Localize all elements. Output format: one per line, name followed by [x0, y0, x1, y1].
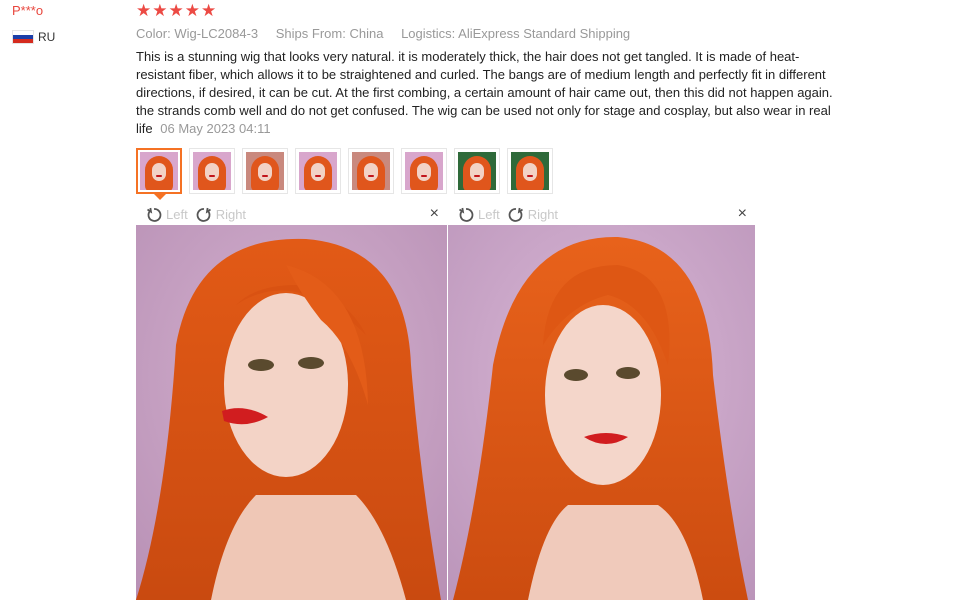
close-viewer-button[interactable]: ×	[738, 206, 747, 222]
rotate-right-button[interactable]: Right	[196, 207, 246, 223]
ships-from-value: China	[349, 26, 384, 41]
review-date: 06 May 2023 04:11	[160, 121, 271, 136]
rotate-left-button[interactable]: Left	[458, 207, 500, 223]
rotate-left-button[interactable]: Left	[146, 207, 188, 223]
reviewer-country: RU	[12, 30, 55, 44]
photo-thumbnail-3[interactable]	[242, 148, 288, 194]
color-value: Wig-LC2084-3	[174, 26, 259, 41]
star-icon: ★	[201, 1, 217, 20]
photo-thumbnail-5[interactable]	[348, 148, 394, 194]
thumbnail-image	[246, 152, 284, 190]
close-viewer-button[interactable]: ×	[430, 206, 439, 222]
rotate-right-label: Right	[527, 207, 559, 222]
review-photo-image	[448, 225, 755, 600]
ships-from-label: Ships From:	[275, 26, 346, 41]
photo-thumbnail-2[interactable]	[189, 148, 235, 194]
rotate-right-label: Right	[215, 207, 247, 222]
photo-thumbnail-4[interactable]	[295, 148, 341, 194]
star-rating: ★ ★ ★ ★ ★	[136, 2, 856, 20]
review-photo-image	[136, 225, 447, 600]
thumbnail-image	[193, 152, 231, 190]
country-code: RU	[38, 30, 56, 44]
rotate-right-icon	[508, 207, 523, 222]
star-icon: ★	[168, 1, 184, 20]
photo-viewer-2: Left Right ×	[448, 204, 755, 600]
star-icon: ★	[152, 1, 168, 20]
thumbnail-image	[405, 152, 443, 190]
russia-flag-icon	[12, 30, 34, 44]
review-meta: Color: Wig-LC2084-3 Ships From: China Lo…	[136, 25, 856, 43]
thumbnail-image	[140, 152, 178, 190]
thumbnail-image	[299, 152, 337, 190]
reviewer-info: P***o RU	[12, 3, 55, 44]
thumbnail-image	[511, 152, 549, 190]
rotate-left-icon	[459, 207, 474, 222]
viewer-toolbar: Left Right ×	[136, 204, 447, 225]
photo-thumbnail-1[interactable]	[136, 148, 182, 200]
close-icon: ×	[429, 205, 439, 222]
photo-viewer-1: Left Right ×	[136, 204, 447, 600]
photo-thumbnail-6[interactable]	[401, 148, 447, 194]
review-photo	[448, 225, 755, 600]
rotate-left-icon	[147, 207, 162, 222]
rotate-right-icon	[196, 207, 211, 222]
reviewer-name: P***o	[12, 3, 44, 18]
photo-thumbnail-8[interactable]	[507, 148, 553, 194]
color-label: Color:	[136, 26, 171, 41]
star-icon: ★	[184, 1, 200, 20]
logistics-label: Logistics:	[401, 26, 456, 41]
viewer-toolbar: Left Right ×	[448, 204, 755, 225]
review-text-container: This is a stunning wig that looks very n…	[136, 48, 848, 138]
photo-thumbnails	[136, 148, 553, 200]
review-block: ★ ★ ★ ★ ★ Color: Wig-LC2084-3 Ships From…	[136, 2, 856, 138]
rotate-right-button[interactable]: Right	[508, 207, 558, 223]
rotate-left-label: Left	[166, 207, 188, 222]
review-photo	[136, 225, 447, 600]
photo-thumbnail-7[interactable]	[454, 148, 500, 194]
close-icon: ×	[737, 205, 747, 222]
rotate-left-label: Left	[478, 207, 500, 222]
thumbnail-image	[352, 152, 390, 190]
logistics-value: AliExpress Standard Shipping	[458, 26, 631, 41]
thumbnail-image	[458, 152, 496, 190]
star-icon: ★	[136, 1, 152, 20]
